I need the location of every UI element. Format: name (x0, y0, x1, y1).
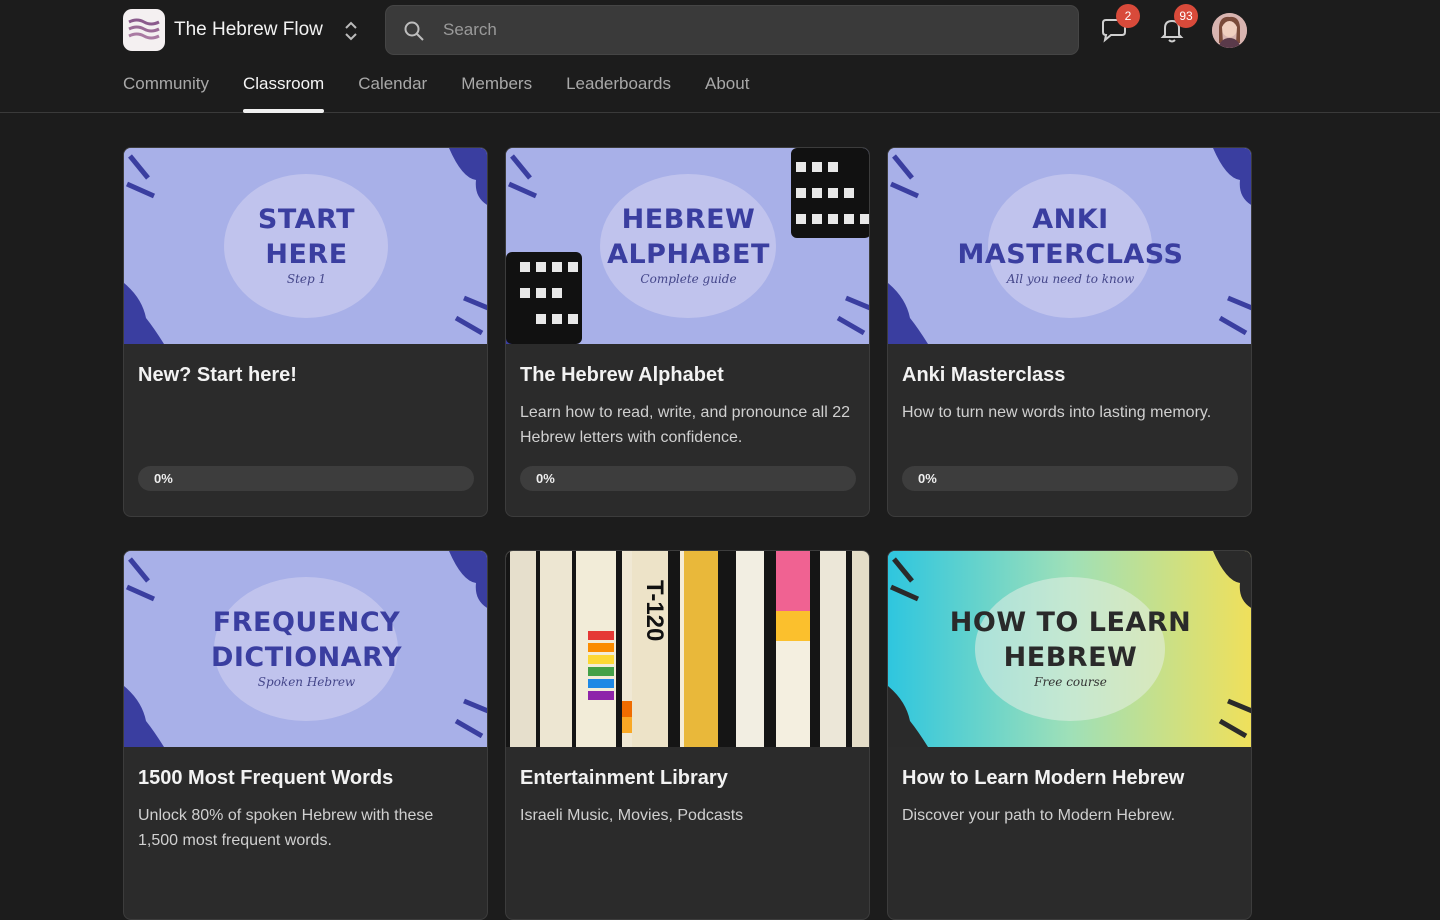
user-avatar[interactable] (1212, 13, 1247, 48)
course-thumbnail[interactable]: HOW TO LEARN HEBREW Free course (888, 551, 1251, 747)
thumbnail-subtitle: Step 1 (286, 272, 327, 286)
chat-button[interactable]: 2 (1099, 4, 1140, 45)
course-thumbnail[interactable]: START HERE Step 1 (124, 148, 487, 344)
thumbnail-title: FREQUENCY DICTIONARY (210, 607, 403, 673)
community-name[interactable]: The Hebrew Flow (174, 19, 323, 41)
course-card[interactable]: FREQUENCY DICTIONARY Spoken Hebrew 1500 M… (123, 550, 488, 920)
tab-community[interactable]: Community (123, 74, 209, 113)
course-title[interactable]: New? Start here! (138, 364, 297, 387)
course-description: How to turn new words into lasting memor… (902, 404, 1212, 421)
thumbnail-subtitle: Spoken Hebrew (257, 675, 356, 689)
course-title[interactable]: The Hebrew Alphabet (520, 364, 724, 387)
progress-bar: 0% (902, 466, 1238, 491)
course-thumbnail[interactable]: T-120 (506, 551, 869, 747)
community-brand[interactable]: The Hebrew Flow (123, 9, 323, 51)
course-title[interactable]: 1500 Most Frequent Words (138, 767, 393, 790)
cassette-label: T-120 (641, 580, 668, 642)
course-title[interactable]: Anki Masterclass (902, 364, 1065, 387)
course-title[interactable]: Entertainment Library (520, 767, 728, 790)
course-thumbnail[interactable]: HEBREW ALPHABET Complete guide (506, 148, 869, 344)
thumbnail-title: HEBREW ALPHABET (607, 204, 770, 270)
nav-tabs: Community Classroom Calendar Members Lea… (123, 74, 783, 113)
community-switcher-icon[interactable] (340, 18, 362, 44)
community-logo[interactable] (123, 9, 165, 51)
top-bar: The Hebrew Flow 2 93 (0, 0, 1440, 113)
thumbnail-title: ANKI MASTERCLASS (957, 204, 1184, 270)
chat-badge: 2 (1116, 4, 1140, 28)
course-card[interactable]: HOW TO LEARN HEBREW Free course How to Le… (887, 550, 1252, 920)
tab-about[interactable]: About (705, 74, 749, 113)
progress-label: 0% (154, 471, 173, 486)
progress-bar: 0% (138, 466, 474, 491)
tab-leaderboards[interactable]: Leaderboards (566, 74, 671, 113)
thumbnail-subtitle: Complete guide (640, 272, 737, 286)
tab-classroom[interactable]: Classroom (242, 74, 325, 113)
thumbnail-subtitle: All you need to know (1006, 272, 1135, 286)
course-description: Learn how to read, write, and pronounce … (520, 404, 850, 446)
course-description: Discover your path to Modern Hebrew. (902, 807, 1176, 824)
notifications-badge: 93 (1174, 4, 1198, 28)
course-description: Unlock 80% of spoken Hebrew with these 1… (138, 807, 434, 849)
search-bar[interactable] (385, 5, 1079, 55)
course-card[interactable]: T-120 Entertainment Library Israeli Musi… (505, 550, 870, 920)
course-card[interactable]: START HERE Step 1 New? Start here! 0% (123, 147, 488, 517)
thumbnail-title: HOW TO LEARN HEBREW (949, 607, 1192, 673)
progress-label: 0% (536, 471, 555, 486)
progress-label: 0% (918, 471, 937, 486)
course-card[interactable]: HEBREW ALPHABET Complete guide The Hebrew… (505, 147, 870, 517)
search-icon (404, 21, 424, 41)
thumbnail-title: START HERE (257, 204, 356, 270)
tab-calendar[interactable]: Calendar (358, 74, 427, 113)
course-thumbnail[interactable]: ANKI MASTERCLASS All you need to know (888, 148, 1251, 344)
tab-members[interactable]: Members (461, 74, 532, 113)
notifications-button[interactable]: 93 (1157, 4, 1198, 45)
course-thumbnail[interactable]: FREQUENCY DICTIONARY Spoken Hebrew (124, 551, 487, 747)
thumbnail-subtitle: Free course (1034, 675, 1107, 689)
course-card[interactable]: ANKI MASTERCLASS All you need to know Ank… (887, 147, 1252, 517)
search-input[interactable] (443, 6, 1043, 54)
progress-bar: 0% (520, 466, 856, 491)
course-title[interactable]: How to Learn Modern Hebrew (902, 767, 1184, 790)
course-description: Israeli Music, Movies, Podcasts (520, 807, 744, 824)
